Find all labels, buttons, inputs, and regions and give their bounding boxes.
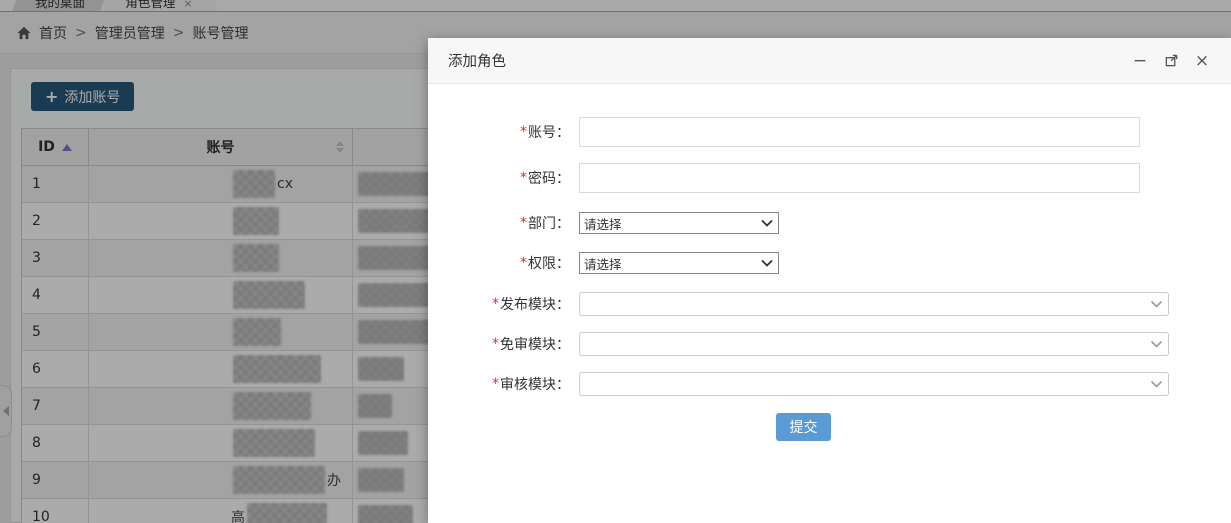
chevron-down-icon [761,219,773,227]
required-asterisk: * [520,170,527,186]
review-module-label: 审核模块： [500,374,570,394]
account-label: 账号： [528,122,570,142]
department-select[interactable]: 请选择 [579,212,779,234]
selected-value: 请选择 [584,254,622,273]
dialog-form: *账号： *密码： *部门： 请选择 *权限： 请选择 *发布模块： [428,84,1231,441]
required-asterisk: * [520,215,527,231]
form-row-publish-module: *发布模块： [428,292,1231,316]
form-row-exempt-module: *免审模块： [428,332,1231,356]
submit-row: 提交 [428,413,1231,441]
exempt-module-select[interactable] [579,332,1169,356]
publish-module-label: 发布模块： [500,294,570,314]
publish-module-select[interactable] [579,292,1169,316]
department-label: 部门： [528,213,570,233]
form-row-department: *部门： 请选择 [428,212,1231,234]
dialog-header: 添加角色 − × [428,38,1231,84]
required-asterisk: * [492,376,499,392]
required-asterisk: * [492,336,499,352]
form-row-account: *账号： [428,117,1231,147]
selected-value: 请选择 [584,214,622,233]
form-row-review-module: *审核模块： [428,372,1231,396]
password-input[interactable] [579,163,1140,193]
close-button[interactable]: × [1193,52,1211,70]
chevron-down-icon [1150,300,1163,308]
permission-select[interactable]: 请选择 [579,252,779,274]
form-row-password: *密码： [428,163,1231,193]
required-asterisk: * [492,296,499,312]
chevron-down-icon [761,259,773,267]
add-role-dialog: 添加角色 − × *账号： *密码： *部门： 请选择 [428,38,1231,523]
required-asterisk: * [520,255,527,271]
chevron-down-icon [1150,340,1163,348]
form-row-permission: *权限： 请选择 [428,252,1231,274]
minimize-icon: − [1133,51,1147,71]
password-label: 密码： [528,168,570,188]
permission-label: 权限： [528,253,570,273]
dialog-title: 添加角色 [448,50,506,71]
exempt-module-label: 免审模块： [500,334,570,354]
dialog-controls: − × [1131,52,1211,70]
submit-button[interactable]: 提交 [776,413,831,441]
maximize-icon [1164,53,1179,68]
maximize-button[interactable] [1162,52,1180,70]
chevron-down-icon [1150,380,1163,388]
review-module-select[interactable] [579,372,1169,396]
account-input[interactable] [579,117,1140,147]
required-asterisk: * [520,124,527,140]
minimize-button[interactable]: − [1131,52,1149,70]
close-icon: × [1195,51,1209,71]
